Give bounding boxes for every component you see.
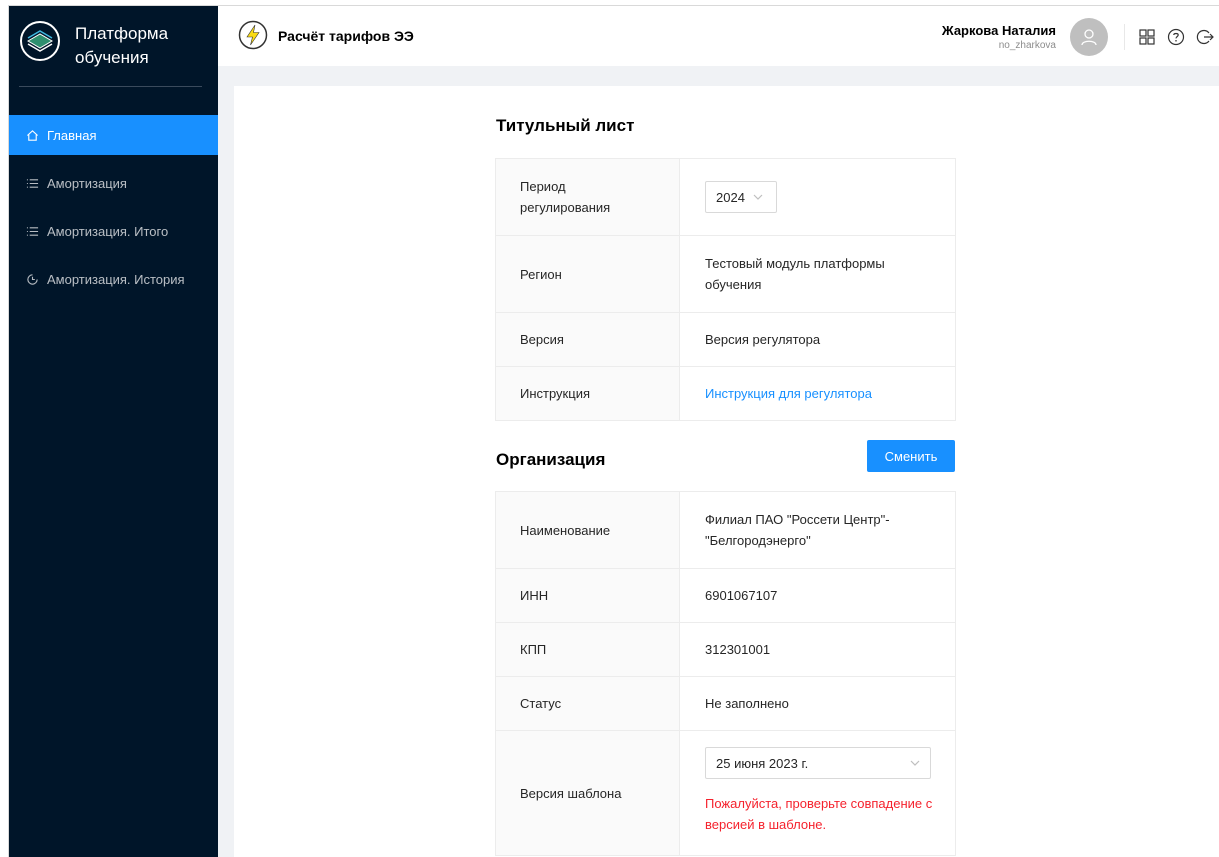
table-row: Версия Версия регулятора <box>496 313 955 367</box>
inn-value: 6901067107 <box>705 588 778 603</box>
app-frame: Платформа обучения Главная Амортизация А… <box>8 5 1219 857</box>
template-version-value: 25 июня 2023 г. <box>716 755 809 771</box>
period-label: Период регулирования <box>496 159 680 235</box>
region-label: Регион <box>496 236 680 312</box>
template-version-select[interactable]: 25 июня 2023 г. <box>705 747 931 779</box>
sidebar-item-label: Амортизация. История <box>47 271 185 287</box>
logo-line-2: обучения <box>75 48 149 67</box>
lightning-icon[interactable] <box>238 20 268 50</box>
avatar[interactable] <box>1070 18 1108 56</box>
chevron-down-icon <box>910 760 920 766</box>
table-row: КПП 312301001 <box>496 623 955 677</box>
name-label: Наименование <box>496 492 680 568</box>
table-row: Период регулирования 2024 <box>496 159 955 236</box>
template-label: Версия шаблона <box>496 731 680 855</box>
platform-logo-icon <box>20 21 60 61</box>
table-row: Версия шаблона 25 июня 2023 г. Пожалуйст… <box>496 731 955 856</box>
main-content: Титульный лист Период регулирования 2024… <box>234 86 1219 857</box>
title-page-table: Период регулирования 2024 Регион Тестовы… <box>495 158 956 421</box>
help-icon[interactable] <box>1166 27 1186 47</box>
version-value: Версия регулятора <box>705 332 821 347</box>
sidebar-item-amortization-history[interactable]: Амортизация. История <box>9 259 218 299</box>
instruction-label: Инструкция <box>496 367 680 420</box>
name-value: Филиал ПАО "Россети Центр"-"Белгородэнер… <box>705 512 890 548</box>
kpp-label: КПП <box>496 623 680 676</box>
template-cell: 25 июня 2023 г. Пожалуйста, проверьте со… <box>680 731 955 855</box>
instruction-link[interactable]: Инструкция для регулятора <box>705 383 872 404</box>
sidebar: Платформа обучения Главная Амортизация А… <box>9 6 218 857</box>
period-cell: 2024 <box>680 159 955 235</box>
user-icon <box>1081 29 1097 46</box>
sidebar-item-label: Амортизация <box>47 175 127 191</box>
table-row: Наименование Филиал ПАО "Россети Центр"-… <box>496 492 955 569</box>
inn-label: ИНН <box>496 569 680 622</box>
status-label: Статус <box>496 677 680 730</box>
logo-text: Платформа обучения <box>75 22 168 70</box>
app-title: Расчёт тарифов ЭЭ <box>278 28 414 44</box>
table-row: Инструкция Инструкция для регулятора <box>496 367 955 421</box>
list-icon <box>25 224 39 238</box>
table-row: Регион Тестовый модуль платформы обучени… <box>496 236 955 313</box>
logo[interactable]: Платформа обучения <box>9 6 218 86</box>
region-value: Тестовый модуль платформы обучения <box>705 256 885 292</box>
user-name[interactable]: Жаркова Наталия <box>942 23 1056 38</box>
header-divider <box>1124 24 1125 50</box>
period-select[interactable]: 2024 <box>705 181 777 213</box>
sidebar-menu: Главная Амортизация Амортизация. Итого А… <box>9 115 218 307</box>
version-label: Версия <box>496 313 680 366</box>
history-icon <box>25 272 39 286</box>
title-page-heading: Титульный лист <box>496 116 635 135</box>
sidebar-item-amortization-total[interactable]: Амортизация. Итого <box>9 211 218 251</box>
logout-icon[interactable] <box>1195 27 1215 47</box>
logo-line-1: Платформа <box>75 24 169 43</box>
instruction-cell: Инструкция для регулятора <box>680 367 955 420</box>
status-value: Не заполнено <box>705 696 789 711</box>
user-login: no_zharkova <box>998 40 1056 51</box>
apps-grid-icon[interactable] <box>1137 27 1157 47</box>
top-header: Расчёт тарифов ЭЭ Жаркова Наталия no_zha… <box>218 6 1219 66</box>
sidebar-item-label: Амортизация. Итого <box>47 223 169 239</box>
list-icon <box>25 176 39 190</box>
chevron-down-icon <box>753 194 763 200</box>
organization-table: Наименование Филиал ПАО "Россети Центр"-… <box>495 491 956 856</box>
sidebar-item-amortization[interactable]: Амортизация <box>9 163 218 203</box>
sidebar-item-label: Главная <box>47 127 97 143</box>
organization-heading: Организация <box>496 450 606 469</box>
table-row: Статус Не заполнено <box>496 677 955 731</box>
sidebar-divider <box>19 86 202 87</box>
period-value: 2024 <box>716 189 745 205</box>
template-warning: Пожалуйста, проверьте совпадение с верси… <box>705 796 933 832</box>
change-organization-button[interactable]: Сменить <box>867 440 955 472</box>
home-icon <box>25 128 39 142</box>
table-row: ИНН 6901067107 <box>496 569 955 623</box>
sidebar-item-home[interactable]: Главная <box>9 115 218 155</box>
kpp-value: 312301001 <box>705 642 771 657</box>
